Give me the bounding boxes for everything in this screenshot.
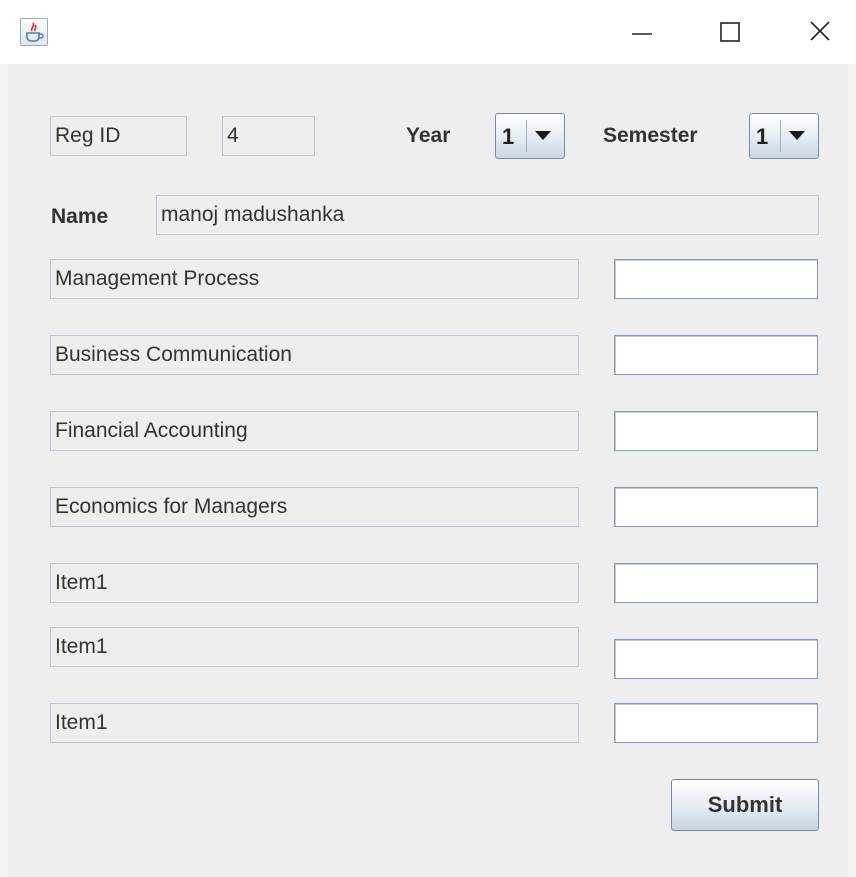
name-label: Name bbox=[51, 205, 109, 228]
chevron-down-icon[interactable] bbox=[534, 130, 552, 142]
year-selected-value: 1 bbox=[502, 124, 515, 149]
subject-name-field: Economics for Managers bbox=[50, 487, 579, 527]
subject-name-field: Item1 bbox=[50, 627, 579, 667]
chevron-down-icon[interactable] bbox=[788, 130, 806, 142]
submit-button[interactable]: Submit bbox=[671, 779, 819, 831]
subject-mark-input[interactable] bbox=[614, 703, 818, 743]
subject-mark-input[interactable] bbox=[614, 259, 818, 299]
close-icon bbox=[810, 21, 830, 41]
java-cup-icon[interactable] bbox=[20, 18, 48, 46]
close-button[interactable] bbox=[794, 10, 846, 54]
year-dropdown[interactable]: 1 bbox=[495, 113, 565, 159]
subject-name-field: Item1 bbox=[50, 703, 579, 743]
reg-id-label: Reg ID bbox=[50, 116, 187, 156]
subject-mark-input[interactable] bbox=[614, 639, 818, 679]
dropdown-divider bbox=[526, 120, 527, 152]
name-field: manoj madushanka bbox=[156, 195, 819, 235]
semester-selected-value: 1 bbox=[756, 124, 769, 149]
subject-name-field: Item1 bbox=[50, 563, 579, 603]
dropdown-divider bbox=[780, 120, 781, 152]
subject-mark-input[interactable] bbox=[614, 563, 818, 603]
subject-mark-input[interactable] bbox=[614, 411, 818, 451]
subject-name-field: Financial Accounting bbox=[50, 411, 579, 451]
semester-dropdown[interactable]: 1 bbox=[749, 113, 819, 159]
maximize-button[interactable] bbox=[704, 10, 756, 54]
minimize-button[interactable] bbox=[616, 10, 668, 54]
minimize-icon bbox=[632, 33, 652, 35]
reg-id-field: 4 bbox=[222, 116, 315, 156]
subject-mark-input[interactable] bbox=[614, 487, 818, 527]
subject-name-field: Management Process bbox=[50, 259, 579, 299]
subject-mark-input[interactable] bbox=[614, 335, 818, 375]
form-panel: Reg ID 4 Year 1 Semester 1 Name manoj ma… bbox=[8, 64, 848, 877]
semester-label: Semester bbox=[603, 124, 698, 147]
title-bar bbox=[0, 0, 856, 64]
subject-name-field: Business Communication bbox=[50, 335, 579, 375]
year-label: Year bbox=[406, 124, 451, 147]
maximize-icon bbox=[720, 22, 740, 42]
